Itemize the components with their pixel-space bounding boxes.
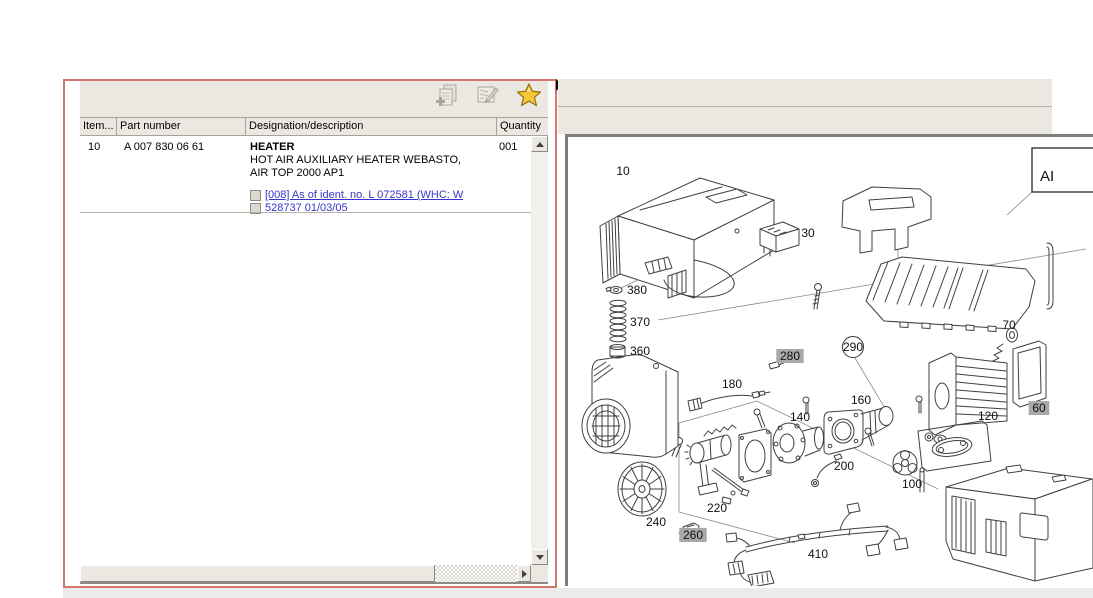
designation-line: HOT AIR AUXILIARY HEATER WEBASTO, bbox=[250, 154, 497, 167]
row-part-number: A 007 830 06 61 bbox=[117, 136, 246, 215]
arrow-right-icon bbox=[522, 570, 527, 578]
callout-120[interactable]: 120 bbox=[978, 409, 998, 423]
svg-text:280: 280 bbox=[780, 349, 800, 363]
part-harness-410[interactable] bbox=[726, 503, 908, 586]
svg-text:30: 30 bbox=[801, 226, 815, 240]
scrollbar-corner bbox=[531, 565, 548, 582]
part-cover-bracket[interactable] bbox=[842, 187, 931, 253]
svg-text:200: 200 bbox=[834, 459, 854, 473]
svg-text:380: 380 bbox=[627, 283, 647, 297]
row-separator bbox=[80, 212, 531, 213]
callout-380[interactable]: 380 bbox=[627, 283, 647, 297]
callout-180[interactable]: 180 bbox=[722, 377, 742, 391]
favorites-star-icon[interactable] bbox=[516, 82, 542, 108]
callout-360[interactable]: 360 bbox=[630, 344, 650, 358]
svg-text:140: 140 bbox=[790, 410, 810, 424]
svg-text:410: 410 bbox=[808, 547, 828, 561]
part-gasket[interactable] bbox=[739, 429, 771, 482]
parts-table-header: Item... Part number Designation/descript… bbox=[80, 117, 548, 136]
diagram-toolbar-strip bbox=[558, 79, 1052, 107]
diagram-label-text: AI bbox=[1040, 168, 1054, 185]
svg-text:10: 10 bbox=[616, 164, 630, 178]
svg-text:70: 70 bbox=[1002, 318, 1016, 332]
parts-list-panel: Item... Part number Designation/descript… bbox=[63, 79, 557, 588]
callout-10[interactable]: 10 bbox=[616, 164, 630, 178]
svg-text:100: 100 bbox=[902, 477, 922, 491]
arrow-down-icon bbox=[536, 555, 544, 560]
callout-260[interactable]: 260 bbox=[679, 528, 706, 542]
callout-370[interactable]: 370 bbox=[630, 315, 650, 329]
footnote-link[interactable]: [008] As of ident. no. L 072581 (WHC: W bbox=[265, 189, 463, 201]
footnote-page-icon[interactable] bbox=[250, 190, 261, 201]
callout-200[interactable]: 200 bbox=[834, 459, 854, 473]
column-header-part-number[interactable]: Part number bbox=[117, 118, 246, 135]
horizontal-scroll-thumb[interactable] bbox=[80, 565, 435, 582]
part-heater-10[interactable] bbox=[600, 178, 774, 298]
table-row[interactable]: 10 A 007 830 06 61 HEATER HOT AIR AUXILI… bbox=[80, 136, 531, 215]
add-document-icon[interactable] bbox=[434, 82, 460, 108]
svg-text:360: 360 bbox=[630, 344, 650, 358]
parts-table-body: 10 A 007 830 06 61 HEATER HOT AIR AUXILI… bbox=[80, 136, 548, 565]
svg-text:290: 290 bbox=[843, 340, 863, 354]
row-designation: HEATER HOT AIR AUXILIARY HEATER WEBASTO,… bbox=[246, 136, 497, 215]
callout-60[interactable]: 60 bbox=[1029, 401, 1050, 415]
callout-240[interactable]: 240 bbox=[646, 515, 666, 529]
callout-30[interactable]: 30 bbox=[801, 226, 815, 240]
svg-text:60: 60 bbox=[1032, 401, 1046, 415]
diagram-label-box: AI bbox=[1032, 148, 1093, 192]
svg-text:120: 120 bbox=[978, 409, 998, 423]
callout-280[interactable]: 280 bbox=[776, 349, 803, 363]
callout-220[interactable]: 220 bbox=[707, 501, 727, 515]
scroll-up-button[interactable] bbox=[531, 136, 548, 152]
part-impeller-240[interactable] bbox=[618, 462, 666, 516]
callout-140[interactable]: 140 bbox=[790, 410, 810, 424]
svg-text:180: 180 bbox=[722, 377, 742, 391]
vertical-scrollbar[interactable] bbox=[531, 136, 548, 565]
arrow-up-icon bbox=[536, 142, 544, 147]
diagram-header-strip bbox=[558, 107, 1052, 134]
callout-160[interactable]: 160 bbox=[851, 393, 871, 407]
svg-text:160: 160 bbox=[851, 393, 871, 407]
svg-text:220: 220 bbox=[707, 501, 727, 515]
part-frame-60[interactable] bbox=[1013, 341, 1046, 407]
diagram-viewport[interactable]: AI 10 30 380 370 360 180 280 290 70 60 120 160 140 20… bbox=[565, 134, 1093, 586]
part-lower-housing[interactable] bbox=[946, 465, 1093, 581]
svg-text:240: 240 bbox=[646, 515, 666, 529]
part-flange-140[interactable] bbox=[773, 423, 824, 463]
column-header-quantity[interactable]: Quantity bbox=[497, 118, 548, 135]
diagram-svg: AI 10 30 380 370 360 180 280 290 70 60 120 160 140 20… bbox=[568, 137, 1093, 586]
callout-410[interactable]: 410 bbox=[808, 547, 828, 561]
column-header-item[interactable]: Item... bbox=[80, 118, 117, 135]
part-seal-strip[interactable] bbox=[1047, 243, 1053, 309]
svg-text:260: 260 bbox=[683, 528, 703, 542]
column-header-designation[interactable]: Designation/description bbox=[246, 118, 497, 135]
part-burner-tube-160[interactable] bbox=[824, 407, 893, 455]
edit-note-icon[interactable] bbox=[475, 82, 501, 108]
scroll-down-button[interactable] bbox=[531, 549, 548, 565]
part-stack-380-370-360[interactable] bbox=[606, 287, 626, 359]
horizontal-scrollbar[interactable] bbox=[80, 565, 548, 584]
parts-list-toolbar bbox=[80, 81, 548, 117]
part-blower-housing[interactable] bbox=[582, 355, 678, 457]
designation-title: HEATER bbox=[250, 141, 497, 154]
designation-line: AIR TOP 2000 AP1 bbox=[250, 167, 497, 180]
row-quantity: 001 bbox=[497, 136, 531, 215]
callout-100[interactable]: 100 bbox=[902, 477, 922, 491]
scroll-right-button[interactable] bbox=[517, 565, 531, 582]
part-heat-exchanger-120[interactable] bbox=[929, 353, 1007, 443]
horizontal-scroll-track[interactable] bbox=[435, 565, 517, 582]
callout-290[interactable]: 290 bbox=[843, 337, 864, 358]
callout-70[interactable]: 70 bbox=[1002, 318, 1016, 332]
row-item-number: 10 bbox=[80, 136, 117, 215]
status-strip bbox=[63, 588, 1093, 598]
svg-text:370: 370 bbox=[630, 315, 650, 329]
